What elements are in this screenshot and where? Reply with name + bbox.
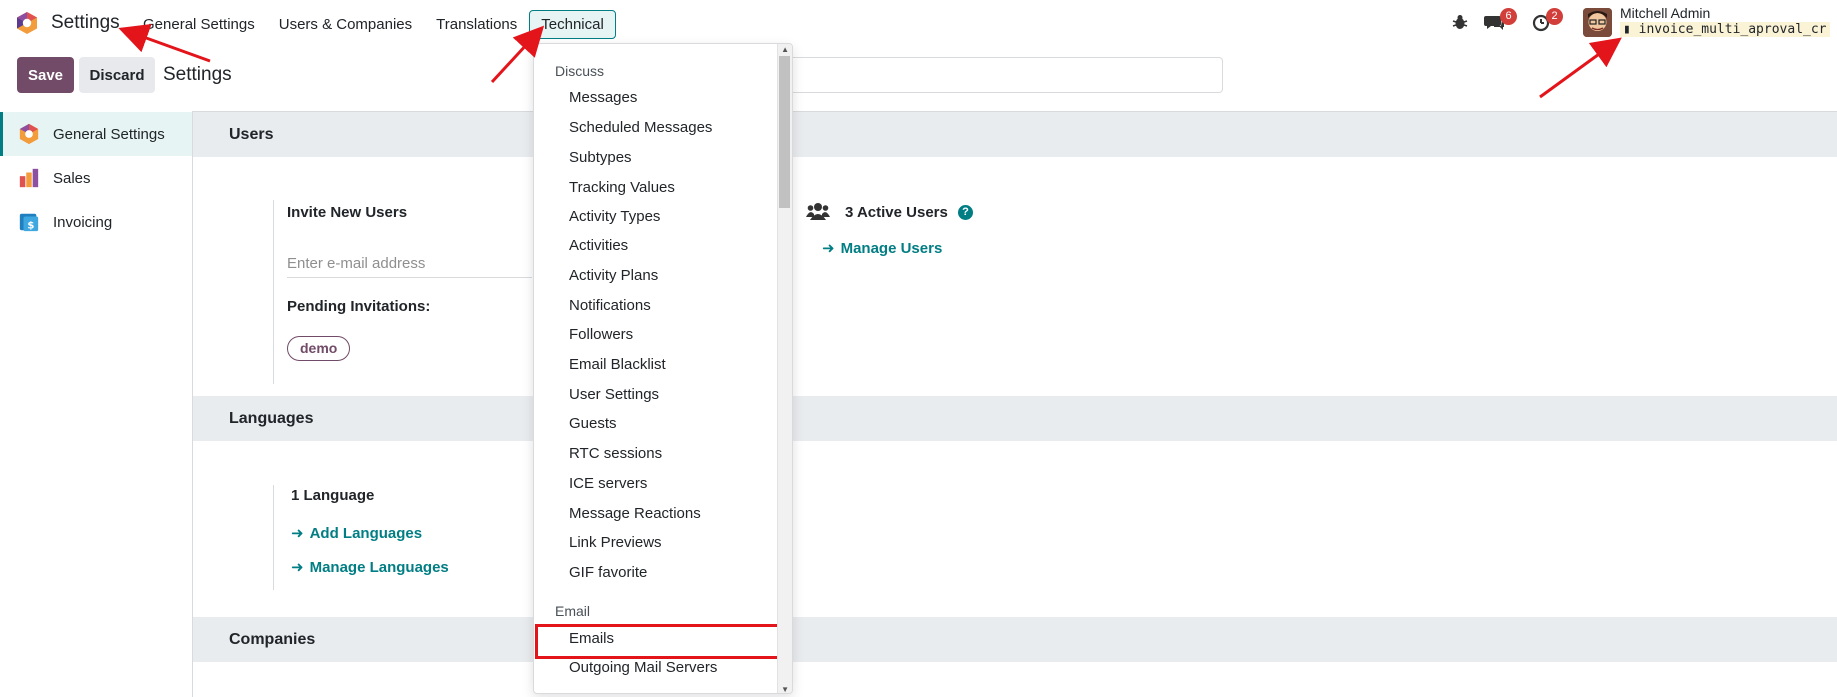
dropdown-section-email: Email (555, 603, 591, 619)
users-group-icon (806, 203, 830, 220)
odoo-logo-icon[interactable] (15, 11, 39, 35)
dropdown-section-discuss: Discuss (555, 63, 605, 79)
database-name: ▮ invoice_multi_aproval_cr (1620, 22, 1830, 37)
menu-users-companies[interactable]: Users & Companies (267, 10, 424, 39)
svg-text:$: $ (27, 220, 34, 231)
annotation-arrows (118, 24, 1622, 99)
settings-sidebar: General Settings Sales $ Invoicing (0, 111, 193, 697)
sidebar-item-label: Sales (53, 169, 91, 187)
dropdown-item-notifications[interactable]: Notifications (569, 297, 651, 314)
menu-general-settings[interactable]: General Settings (131, 10, 267, 39)
help-icon[interactable]: ? (958, 205, 973, 220)
user-avatar[interactable] (1583, 8, 1612, 37)
discard-button[interactable]: Discard (79, 57, 155, 93)
app-title[interactable]: Settings (51, 12, 120, 34)
section-languages-header: Languages (193, 396, 1837, 441)
language-count: 1 Language (291, 487, 375, 504)
dropdown-item-gif-favorite[interactable]: GIF favorite (569, 564, 647, 581)
divider (273, 485, 274, 590)
dropdown-item-tracking-values[interactable]: Tracking Values (569, 179, 675, 196)
arrow-to-database-icon (1539, 37, 1622, 99)
dropdown-item-user-settings[interactable]: User Settings (569, 386, 659, 403)
dropdown-item-activity-plans[interactable]: Activity Plans (569, 267, 658, 284)
breadcrumb: Settings (163, 64, 232, 85)
dropdown-item-activities[interactable]: Activities (569, 237, 628, 254)
user-name[interactable]: Mitchell Admin (1620, 5, 1710, 21)
dropdown-scrollbar[interactable]: ▲ ▼ (777, 44, 792, 693)
dropdown-item-email-blacklist[interactable]: Email Blacklist (569, 356, 666, 373)
sales-app-icon (19, 168, 39, 188)
scrollbar-thumb[interactable] (779, 56, 790, 208)
dropdown-item-message-reactions[interactable]: Message Reactions (569, 505, 701, 522)
debug-bug-icon[interactable] (1451, 13, 1469, 31)
dropdown-item-subtypes[interactable]: Subtypes (569, 149, 632, 166)
dropdown-item-outgoing-mail-servers[interactable]: Outgoing Mail Servers (569, 659, 717, 676)
arrow-right-icon: ➜ (822, 240, 835, 257)
database-name-text: invoice_multi_aproval_cr (1638, 22, 1827, 37)
dropdown-item-messages[interactable]: Messages (569, 89, 637, 106)
messages-count-badge: 6 (1500, 8, 1517, 25)
top-navbar: Settings General Settings Users & Compan… (0, 0, 1837, 46)
dropdown-item-scheduled-messages[interactable]: Scheduled Messages (569, 119, 712, 136)
manage-languages-link[interactable]: ➜ Manage Languages (291, 558, 449, 576)
menu-translations[interactable]: Translations (424, 10, 529, 39)
dropdown-item-guests[interactable]: Guests (569, 415, 617, 432)
section-users-header: Users (193, 112, 1837, 157)
save-button[interactable]: Save (17, 57, 74, 93)
highlight-annotation-box (535, 624, 780, 659)
menu-technical[interactable]: Technical (529, 10, 616, 39)
dropdown-item-activity-types[interactable]: Activity Types (569, 208, 660, 225)
dropdown-item-rtc-sessions[interactable]: RTC sessions (569, 445, 662, 462)
dropdown-item-ice-servers[interactable]: ICE servers (569, 475, 647, 492)
search-input[interactable] (785, 57, 1223, 93)
manage-users-link[interactable]: ➜ Manage Users (822, 239, 942, 257)
dropdown-item-followers[interactable]: Followers (569, 326, 633, 343)
dropdown-item-link-previews[interactable]: Link Previews (569, 534, 662, 551)
scroll-down-icon[interactable]: ▼ (781, 685, 789, 693)
pending-invitations-label: Pending Invitations: (287, 298, 431, 315)
sidebar-item-label: Invoicing (53, 213, 113, 231)
add-languages-link[interactable]: ➜ Add Languages (291, 524, 422, 542)
email-field[interactable] (287, 250, 532, 278)
database-icon: ▮ (1623, 22, 1631, 37)
divider (273, 200, 274, 384)
invite-users-label: Invite New Users (287, 204, 408, 221)
scroll-up-icon[interactable]: ▲ (781, 45, 789, 54)
sidebar-item-invoicing[interactable]: $ Invoicing (0, 200, 192, 244)
active-users-count: 3 Active Users (845, 204, 948, 221)
manage-languages-label: Manage Languages (309, 559, 449, 576)
sidebar-item-sales[interactable]: Sales (0, 156, 192, 200)
activity-count-badge: 2 (1546, 8, 1563, 25)
section-companies-header: Companies (193, 617, 1837, 662)
sidebar-item-label: General Settings (53, 125, 165, 143)
manage-users-label: Manage Users (840, 240, 943, 257)
pending-user-badge[interactable]: demo (287, 336, 351, 361)
sidebar-item-general-settings[interactable]: General Settings (0, 112, 192, 156)
technical-dropdown-menu: Discuss Messages Scheduled Messages Subt… (533, 43, 793, 694)
arrow-right-icon: ➜ (291, 525, 304, 542)
main-menu: General Settings Users & Companies Trans… (131, 10, 616, 39)
settings-app-icon (19, 123, 39, 145)
invoicing-app-icon: $ (19, 213, 39, 231)
add-languages-label: Add Languages (309, 525, 423, 542)
arrow-right-icon: ➜ (291, 559, 304, 576)
